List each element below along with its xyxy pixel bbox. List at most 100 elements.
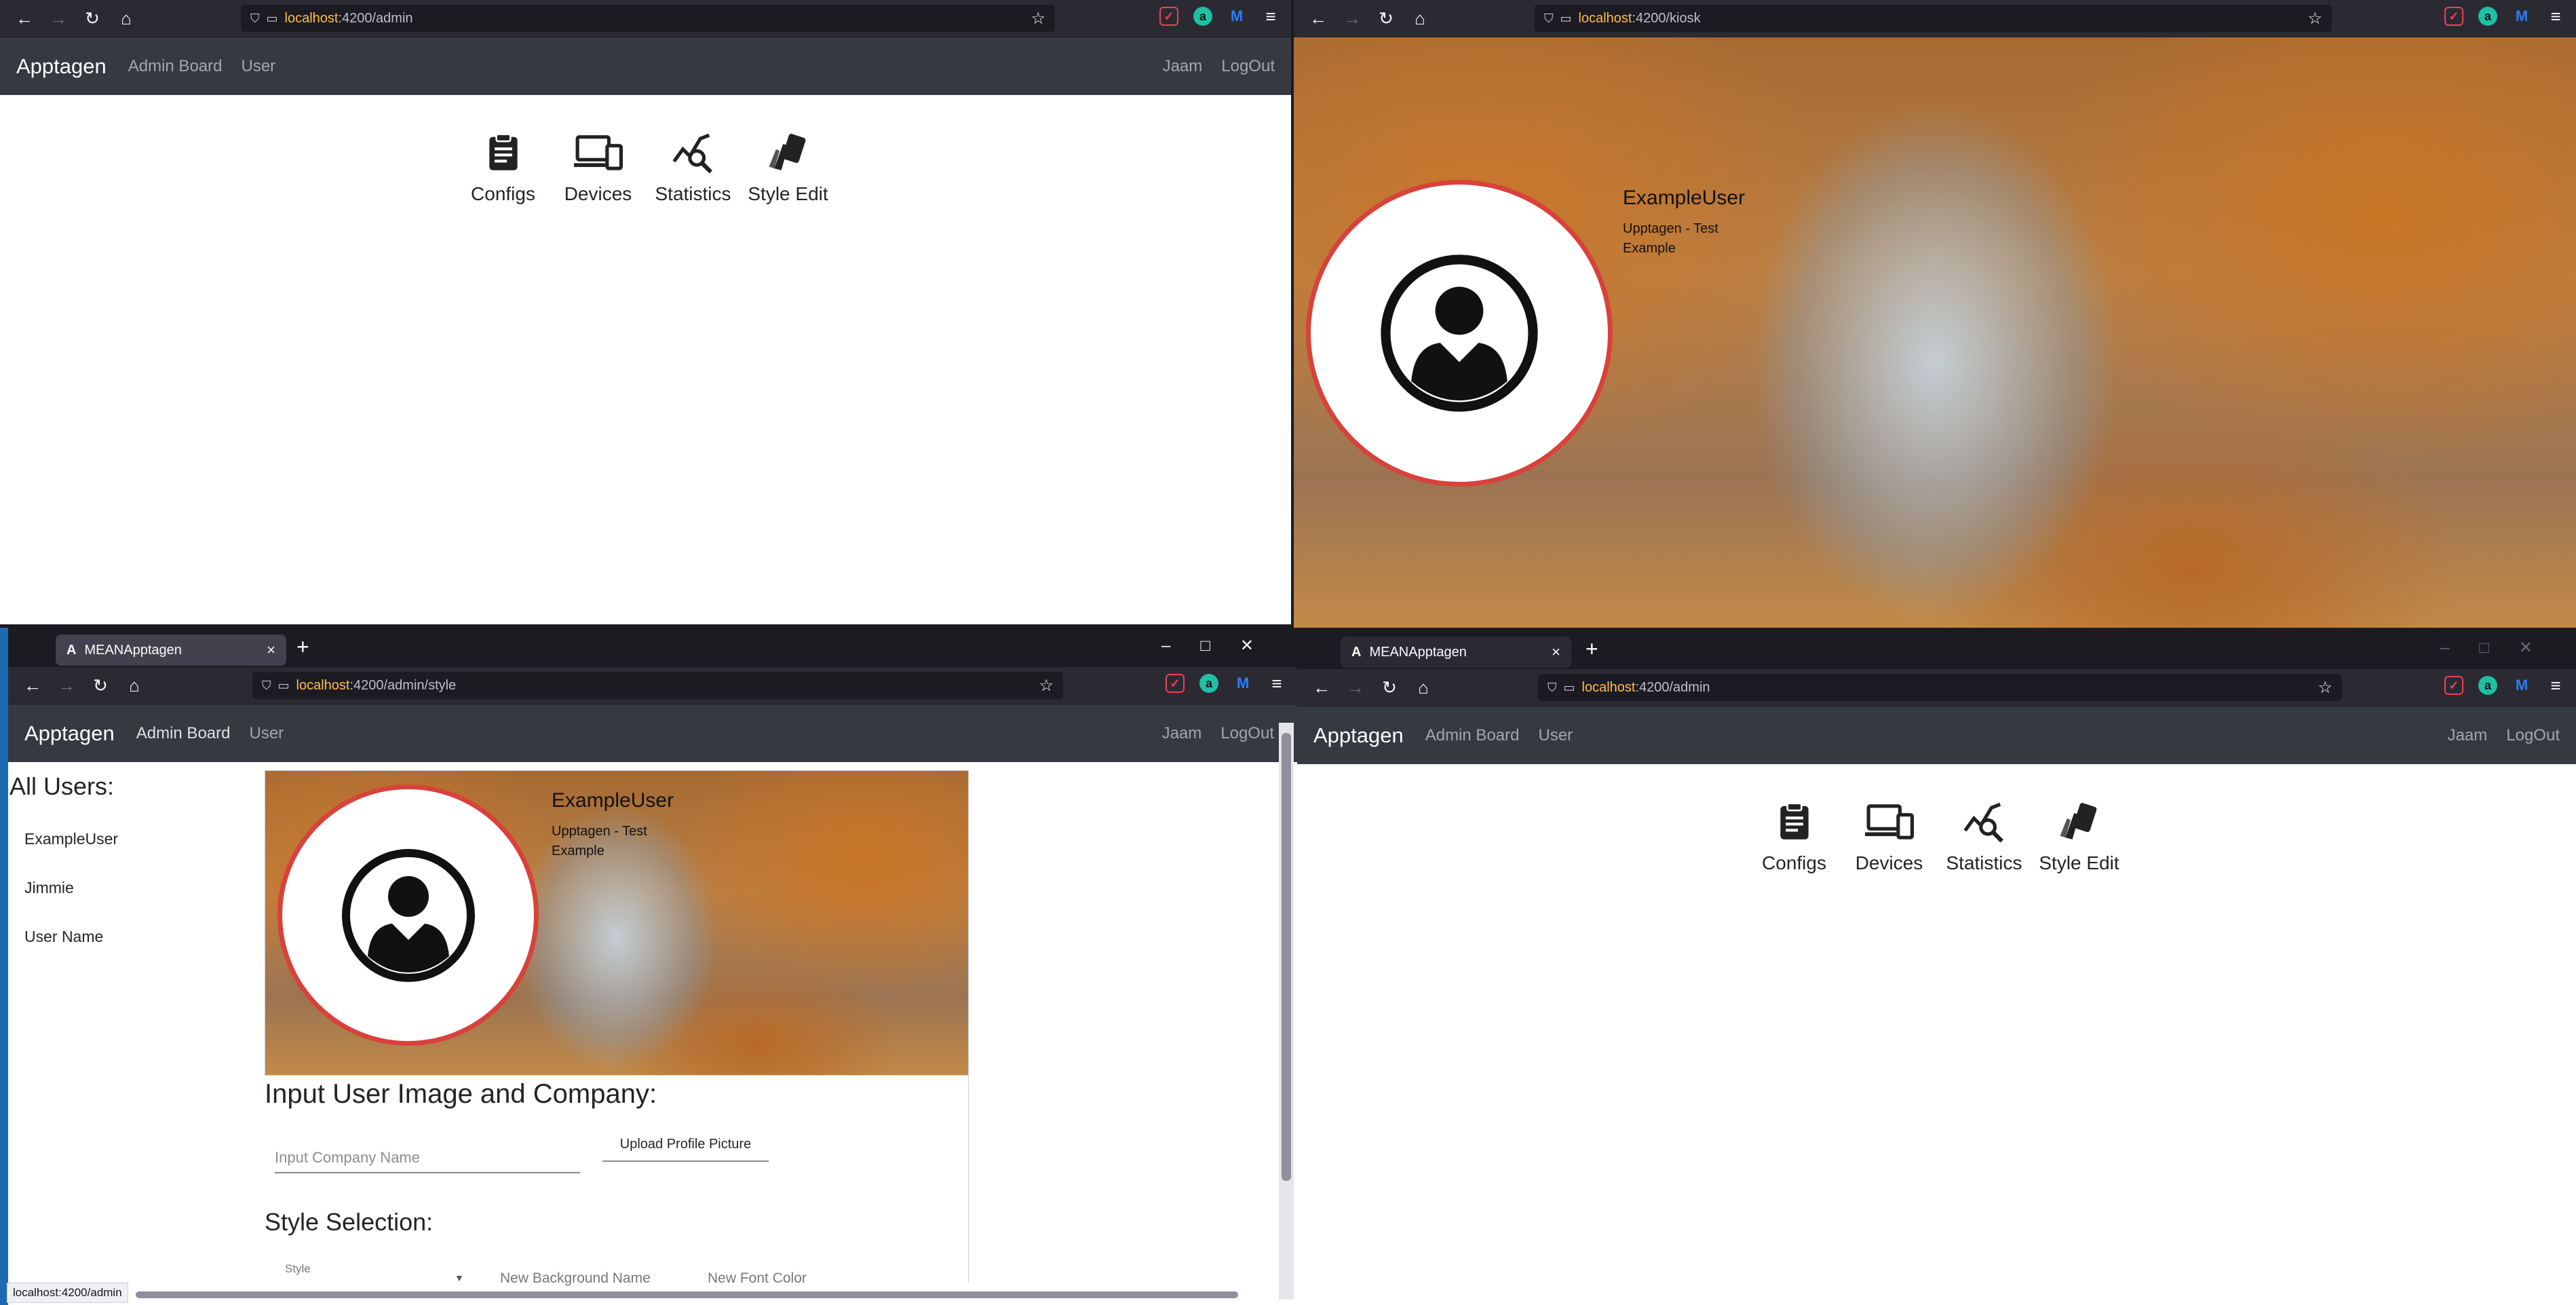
company-name-input[interactable]: Input Company Name (275, 1149, 580, 1173)
user-avatar-icon (1381, 254, 1538, 412)
back-icon[interactable]: ← (23, 675, 42, 696)
configs-card[interactable]: Configs (1754, 791, 1835, 874)
amazon-assistant-icon[interactable]: a (2478, 7, 2497, 26)
url-bar[interactable]: ⛉ ▭ localhost:4200/admin ☆ (241, 5, 1055, 32)
reload-icon[interactable]: ↻ (1380, 677, 1399, 698)
scrollbar-thumb[interactable] (1282, 733, 1291, 1181)
style-edit-card[interactable]: Style Edit (748, 122, 829, 205)
amazon-assistant-icon[interactable]: a (1193, 7, 1212, 26)
nav-logout[interactable]: LogOut (1221, 57, 1275, 76)
reload-icon[interactable]: ↻ (91, 675, 110, 696)
background-name-input[interactable]: New Background Name (500, 1270, 651, 1287)
style-edit-label: Style Edit (748, 183, 828, 204)
statistics-card[interactable]: Statistics (653, 122, 734, 205)
amazon-assistant-icon[interactable]: a (1199, 674, 1218, 693)
nav-admin-board[interactable]: Admin Board (1425, 726, 1520, 745)
bookmark-star-icon[interactable]: ☆ (2318, 678, 2332, 698)
upload-profile-picture-button[interactable]: Upload Profile Picture (602, 1137, 769, 1162)
nav-right: Jaam LogOut (2429, 726, 2560, 745)
hamburger-menu-icon[interactable]: ≡ (2546, 675, 2565, 696)
hamburger-menu-icon[interactable]: ≡ (1261, 6, 1280, 26)
nav-admin-board[interactable]: Admin Board (128, 57, 223, 76)
close-tab-icon[interactable]: × (1552, 643, 1560, 661)
nav-user[interactable]: User (241, 57, 275, 76)
browser-toolbar: ← → ↻ ⌂ ⛉ ▭ localhost:4200/admin ☆ ✓ a M… (0, 0, 1291, 37)
nav-jaam[interactable]: Jaam (1162, 724, 1202, 743)
nav-jaam[interactable]: Jaam (2448, 726, 2488, 745)
pocket-icon[interactable]: ✓ (2444, 7, 2463, 26)
url-bar[interactable]: ⛉ ▭ localhost:4200/admin/style ☆ (252, 672, 1063, 699)
preview-user-name: ExampleUser (552, 789, 674, 812)
forward-icon[interactable]: → (49, 8, 68, 29)
brand-link[interactable]: Apptagen (24, 721, 115, 746)
brand-link[interactable]: Apptagen (1313, 723, 1404, 748)
reload-icon[interactable]: ↻ (83, 8, 102, 29)
reload-icon[interactable]: ↻ (1377, 8, 1396, 29)
shield-icon: ⛉ (262, 678, 271, 692)
admin-board: Configs Devices Statistics Style Edit (0, 95, 1291, 205)
mm-extension-icon[interactable]: M (2512, 7, 2531, 26)
extension-icons: ✓ a M ≡ (2444, 675, 2565, 696)
kiosk-user-name: ExampleUser (1623, 187, 1746, 209)
kiosk-company-line1: Upptagen - Test (1623, 221, 1718, 236)
font-color-input[interactable]: New Font Color (708, 1270, 807, 1287)
back-icon[interactable]: ← (15, 8, 34, 29)
new-tab-icon[interactable]: + (296, 635, 309, 660)
status-bar-url: localhost:4200/admin (7, 1283, 128, 1303)
hamburger-menu-icon[interactable]: ≡ (1267, 673, 1286, 694)
browser-tab[interactable]: A MEANApptagen × (56, 635, 286, 666)
home-icon[interactable]: ⌂ (125, 675, 144, 696)
browser-tab[interactable]: A MEANApptagen × (1341, 637, 1571, 668)
amazon-assistant-icon[interactable]: a (2478, 676, 2497, 695)
hamburger-menu-icon[interactable]: ≡ (2546, 6, 2565, 26)
close-tab-icon[interactable]: × (267, 641, 275, 659)
brand-link[interactable]: Apptagen (16, 54, 107, 79)
preview-right-border (968, 1076, 969, 1283)
devices-card[interactable]: Devices (558, 122, 639, 205)
home-icon[interactable]: ⌂ (1410, 8, 1429, 29)
back-icon[interactable]: ← (1309, 8, 1328, 29)
window-controls[interactable]: –□✕ (2440, 638, 2562, 658)
statistics-card[interactable]: Statistics (1944, 791, 2025, 874)
pocket-icon[interactable]: ✓ (1166, 674, 1185, 693)
user-list-item[interactable]: User Name (24, 928, 103, 946)
mm-extension-icon[interactable]: M (1233, 674, 1252, 693)
home-icon[interactable]: ⌂ (1414, 677, 1433, 698)
style-edit-card[interactable]: Style Edit (2039, 791, 2120, 874)
window-controls[interactable]: –□✕ (1161, 636, 1284, 656)
pocket-icon[interactable]: ✓ (1159, 7, 1178, 26)
nav-jaam[interactable]: Jaam (1163, 57, 1203, 76)
pocket-icon[interactable]: ✓ (2444, 676, 2463, 695)
nav-user[interactable]: User (249, 724, 284, 743)
chevron-down-icon[interactable]: ▼ (455, 1272, 464, 1283)
bookmark-star-icon[interactable]: ☆ (1031, 9, 1045, 29)
url-bar[interactable]: ⛉ ▭ localhost:4200/kiosk ☆ (1535, 5, 2332, 32)
bookmark-star-icon[interactable]: ☆ (1039, 676, 1054, 696)
user-list-item[interactable]: ExampleUser (24, 830, 118, 848)
url-path: :4200/admin/style (349, 677, 457, 693)
forward-icon[interactable]: → (1346, 677, 1365, 698)
nav-admin-board[interactable]: Admin Board (136, 724, 231, 743)
configs-card[interactable]: Configs (463, 122, 544, 205)
page-icon: ▭ (277, 678, 290, 692)
mm-extension-icon[interactable]: M (2512, 676, 2531, 695)
new-tab-icon[interactable]: + (1585, 637, 1598, 662)
nav-user[interactable]: User (1538, 726, 1573, 745)
horizontal-scrollbar-thumb[interactable] (136, 1291, 1238, 1298)
style-edit-icon (2039, 791, 2120, 843)
forward-icon[interactable]: → (1343, 8, 1362, 29)
mm-extension-icon[interactable]: M (1227, 7, 1246, 26)
user-list-item[interactable]: Jimmie (24, 879, 74, 897)
back-icon[interactable]: ← (1312, 677, 1331, 698)
url-host: localhost (284, 10, 339, 26)
input-section-title: Input User Image and Company: (265, 1079, 657, 1109)
devices-card[interactable]: Devices (1849, 791, 1930, 874)
bookmark-star-icon[interactable]: ☆ (2307, 9, 2322, 29)
browser-toolbar: ← → ↻ ⌂ ⛉ ▭ localhost:4200/admin/style ☆… (8, 667, 1297, 704)
forward-icon[interactable]: → (57, 675, 76, 696)
nav-logout[interactable]: LogOut (1220, 724, 1274, 743)
devices-icon (1849, 791, 1930, 843)
nav-logout[interactable]: LogOut (2506, 726, 2560, 745)
url-bar[interactable]: ⛉ ▭ localhost:4200/admin ☆ (1538, 674, 2342, 701)
home-icon[interactable]: ⌂ (117, 8, 136, 29)
